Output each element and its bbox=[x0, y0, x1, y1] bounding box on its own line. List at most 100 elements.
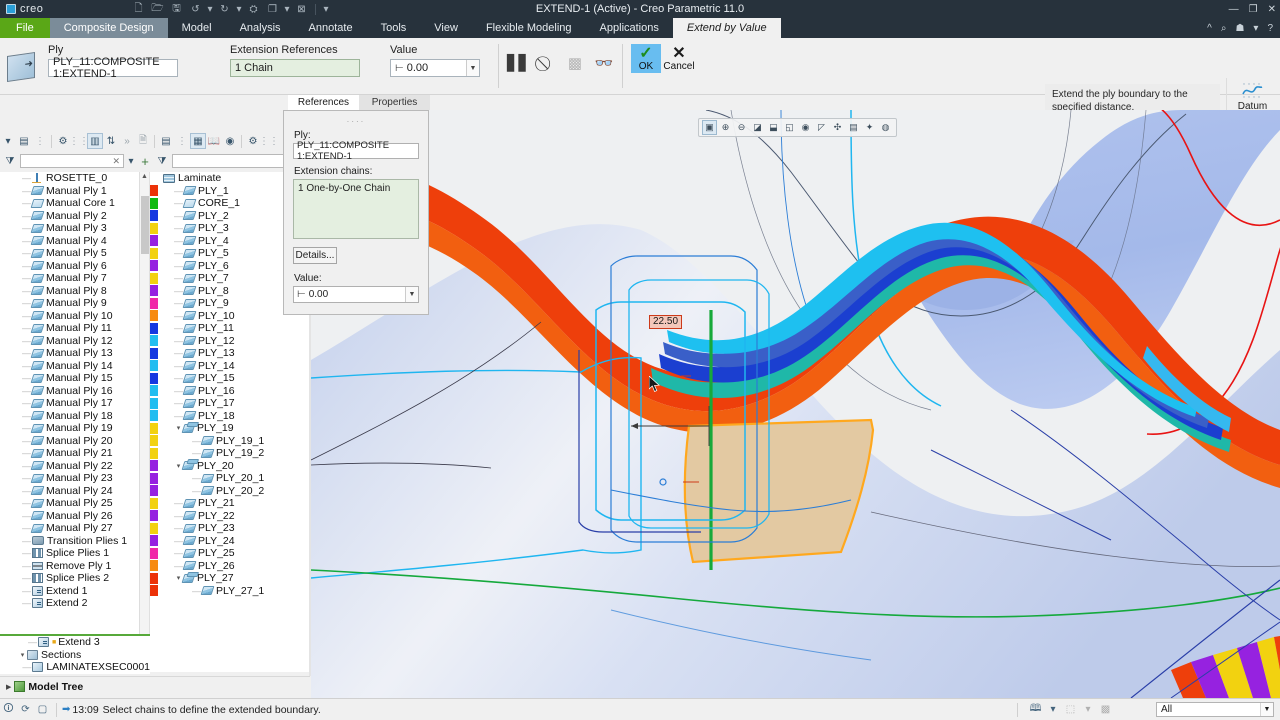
panel-ply-field[interactable]: PLY_11:COMPOSITE 1:EXTEND-1 bbox=[293, 140, 419, 162]
model-tree-row[interactable]: — Manual Ply 1 bbox=[0, 185, 149, 198]
window-status-icon[interactable]: ▢ bbox=[34, 702, 51, 717]
box-select-dropdown-icon[interactable]: ▾ bbox=[1083, 702, 1093, 717]
model-tree-row[interactable]: — Splice Plies 1 bbox=[0, 547, 149, 560]
regen-status-icon[interactable]: ⟳ bbox=[17, 702, 34, 717]
laminate-tree-row[interactable]: — PLY_17 bbox=[150, 397, 310, 410]
account-dropdown-icon[interactable]: ▾ bbox=[1253, 23, 1258, 34]
regenerate-icon[interactable]: ⛭ bbox=[245, 2, 262, 17]
tree-twisty-icon[interactable]: ▾ bbox=[18, 651, 27, 659]
laminate-tree-row[interactable]: — PLY_19_2 bbox=[150, 447, 310, 460]
ok-button[interactable]: ✓ OK bbox=[631, 44, 661, 73]
model-tree-row[interactable]: ▾ Sections bbox=[0, 649, 150, 662]
tree-sort-icon[interactable]: ⇅ bbox=[103, 133, 119, 149]
glasses-preview-button[interactable]: 👓 bbox=[594, 54, 614, 72]
model-tree-row[interactable]: — Manual Ply 12 bbox=[0, 335, 149, 348]
laminate-tree-row[interactable]: — PLY_23 bbox=[150, 522, 310, 535]
model-tree-row[interactable]: — Manual Ply 18 bbox=[0, 410, 149, 423]
model-tree-row[interactable]: — Manual Ply 4 bbox=[0, 235, 149, 248]
perspective-icon[interactable]: ◸ bbox=[814, 120, 829, 135]
model-tree-row[interactable]: — Manual Ply 27 bbox=[0, 522, 149, 535]
model-tree-row[interactable]: — Extend 1 bbox=[0, 585, 149, 598]
appearance-icon[interactable]: ◍ bbox=[878, 120, 893, 135]
undo-dropdown-icon[interactable]: ▾ bbox=[206, 2, 214, 17]
value-input[interactable]: ⊢ 0.00 ▼ bbox=[390, 59, 480, 77]
collapse-ribbon-icon[interactable]: ^ bbox=[1207, 23, 1212, 34]
close-window-icon[interactable]: ⊠ bbox=[293, 2, 310, 17]
chains-list-item[interactable]: 1 One-by-One Chain bbox=[298, 183, 414, 194]
zoom-in-icon[interactable]: ⊕ bbox=[718, 120, 733, 135]
model-tree-row[interactable]: — Manual Ply 14 bbox=[0, 360, 149, 373]
laminate-tree-row[interactable]: — PLY_25 bbox=[150, 547, 310, 560]
window-icon[interactable]: ❐ bbox=[264, 2, 281, 17]
laminate-tree-row[interactable]: ▾ PLY_20 bbox=[150, 460, 310, 473]
laminate-globe-icon[interactable]: ◉ bbox=[222, 133, 238, 149]
model-tree-row[interactable]: — Manual Ply 17 bbox=[0, 397, 149, 410]
laminate-tree-row[interactable]: — PLY_14 bbox=[150, 360, 310, 373]
search-icon[interactable]: ⌕ bbox=[1221, 23, 1227, 34]
tree-model-icon[interactable]: ▤ bbox=[16, 133, 32, 149]
laminate-funnel-icon[interactable]: ⧩ bbox=[152, 153, 172, 169]
model-tree-row[interactable]: — Manual Ply 23 bbox=[0, 472, 149, 485]
ply-input[interactable]: PLY_11:COMPOSITE 1:EXTEND-1 bbox=[48, 56, 178, 80]
model-tree-row[interactable]: — Transition Plies 1 bbox=[0, 535, 149, 548]
laminate-tree-row[interactable]: — PLY_20_1 bbox=[150, 472, 310, 485]
cancel-button[interactable]: ✕ Cancel bbox=[661, 44, 697, 73]
laminate-icon[interactable]: ▤ bbox=[158, 133, 174, 149]
tree-filter-dropdown-icon[interactable]: ▾ bbox=[0, 133, 16, 149]
model-tree-row[interactable]: — Manual Ply 13 bbox=[0, 347, 149, 360]
zoom-out-icon[interactable]: ⊖ bbox=[734, 120, 749, 135]
save-icon[interactable]: 🖫 bbox=[168, 2, 185, 17]
selection-filter-select[interactable]: All ▼ bbox=[1156, 702, 1274, 717]
laminate-tree-row[interactable]: — PLY_11 bbox=[150, 322, 310, 335]
help-icon[interactable]: ? bbox=[1267, 23, 1273, 34]
laminate-tree-row[interactable]: — PLY_16 bbox=[150, 385, 310, 398]
model-tree-row[interactable]: — Manual Ply 20 bbox=[0, 435, 149, 448]
model-tree-row[interactable]: — Manual Ply 19 bbox=[0, 422, 149, 435]
laminate-options-icon[interactable]: ⋮ bbox=[174, 133, 190, 149]
model-tree-row[interactable]: — Manual Ply 21 bbox=[0, 447, 149, 460]
redo-dropdown-icon[interactable]: ▾ bbox=[235, 2, 243, 17]
tab-properties[interactable]: Properties bbox=[359, 95, 430, 110]
laminate-tree-row[interactable]: — PLY_18 bbox=[150, 410, 310, 423]
tab-applications[interactable]: Applications bbox=[586, 18, 673, 38]
tab-tools[interactable]: Tools bbox=[367, 18, 421, 38]
laminate-filter-input[interactable]: ✕ bbox=[172, 154, 294, 168]
tab-file[interactable]: File bbox=[0, 18, 50, 38]
model-tree-row[interactable]: — ■ Extend 3 bbox=[0, 636, 150, 649]
laminate-tree-row[interactable]: — PLY_24 bbox=[150, 535, 310, 548]
model-tree-row[interactable]: — Manual Ply 16 bbox=[0, 385, 149, 398]
extension-references-input[interactable]: 1 Chain bbox=[230, 59, 360, 77]
model-info-icon[interactable]: 🛈 bbox=[0, 702, 17, 717]
model-tree-row[interactable]: — Splice Plies 2 bbox=[0, 572, 149, 585]
datum-display-icon[interactable]: ✣ bbox=[830, 120, 845, 135]
tab-references[interactable]: References bbox=[288, 95, 359, 110]
model-tree-row[interactable]: — LAMINATEXSEC0001 bbox=[0, 661, 150, 674]
close-button[interactable]: ✕ bbox=[1268, 4, 1276, 15]
model-tree-row[interactable]: — ROSETTE_0 bbox=[0, 172, 149, 185]
account-icon[interactable]: ☗ bbox=[1235, 23, 1244, 34]
panel-grip[interactable]: ···· bbox=[293, 118, 419, 126]
laminate-tree-row[interactable]: ▾ PLY_27 bbox=[150, 572, 310, 585]
tree-columns-icon[interactable]: ⋮⋮ bbox=[69, 133, 89, 149]
laminate-tree-row[interactable]: — PLY_19_1 bbox=[150, 435, 310, 448]
funnel-icon[interactable]: ⧩ bbox=[0, 153, 20, 169]
no-preview-button[interactable]: ⃠ bbox=[536, 55, 556, 72]
panel-value-combo[interactable]: ⊢ 0.00 ▼ bbox=[293, 286, 419, 303]
model-tree-row[interactable]: — Manual Ply 5 bbox=[0, 247, 149, 260]
laminate-book-icon[interactable]: 📖 bbox=[206, 133, 222, 149]
laminate-tree-row[interactable]: — PLY_13 bbox=[150, 347, 310, 360]
redo-icon[interactable]: ↻ bbox=[216, 2, 233, 17]
open-icon[interactable]: 🗁 bbox=[149, 2, 166, 17]
new-icon[interactable]: 🗋 bbox=[130, 2, 147, 17]
laminate-tree-row[interactable]: — PLY_12 bbox=[150, 335, 310, 348]
scroll-up-icon[interactable]: ▲ bbox=[140, 172, 149, 182]
graphics-viewport[interactable]: 22.50 bbox=[311, 110, 1280, 698]
panel-value-dropdown-icon[interactable]: ▼ bbox=[405, 287, 418, 302]
model-tree-row[interactable]: — Manual Ply 7 bbox=[0, 272, 149, 285]
find-dropdown-icon[interactable]: ▾ bbox=[1048, 702, 1058, 717]
scroll-thumb[interactable] bbox=[141, 196, 149, 254]
annotation-display-icon[interactable]: ▤ bbox=[846, 120, 861, 135]
model-tree-row[interactable]: — Manual Ply 3 bbox=[0, 222, 149, 235]
spin-center-icon[interactable]: ✦ bbox=[862, 120, 877, 135]
add-filter-icon[interactable]: + bbox=[138, 153, 152, 169]
